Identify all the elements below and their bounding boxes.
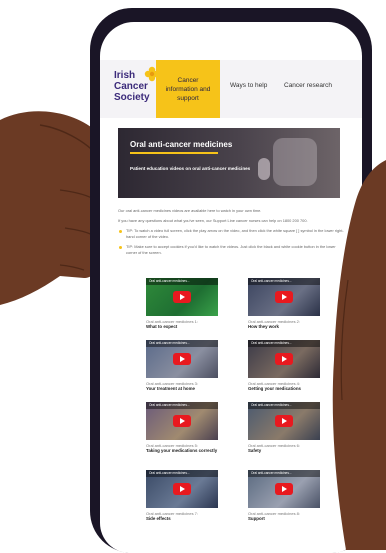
hero-title: Oral anti-cancer medicines bbox=[130, 140, 233, 149]
hero-underline bbox=[130, 152, 218, 154]
video-card[interactable]: Oral anti-cancer medicines... Oral anti-… bbox=[248, 340, 320, 392]
video-card[interactable]: Oral anti-cancer medicines... Oral anti-… bbox=[146, 470, 218, 522]
video-card[interactable]: Oral anti-cancer medicines... Oral anti-… bbox=[248, 470, 320, 522]
video-title[interactable]: What to expect bbox=[146, 324, 218, 330]
phone-screen: Irish Cancer Society Cancer information … bbox=[100, 22, 362, 553]
video-card[interactable]: Oral anti-cancer medicines... Oral anti-… bbox=[146, 278, 218, 330]
video-title[interactable]: Your treatment at home bbox=[146, 386, 218, 392]
logo-line-2: Cancer bbox=[114, 81, 148, 92]
video-thumbnail[interactable]: Oral anti-cancer medicines... bbox=[146, 340, 218, 378]
nav-cancer-research[interactable]: Cancer research bbox=[284, 82, 332, 89]
play-icon[interactable] bbox=[173, 483, 191, 495]
play-icon[interactable] bbox=[173, 291, 191, 303]
play-icon[interactable] bbox=[275, 483, 293, 495]
video-thumb-title: Oral anti-cancer medicines... bbox=[248, 470, 320, 477]
right-hand-illustration bbox=[332, 160, 386, 550]
intro-paragraph-2: If you have any questions about what you… bbox=[118, 218, 308, 223]
site-header: Irish Cancer Society Cancer information … bbox=[100, 60, 362, 118]
video-thumb-title: Oral anti-cancer medicines... bbox=[146, 278, 218, 285]
video-card[interactable]: Oral anti-cancer medicines... Oral anti-… bbox=[146, 402, 218, 454]
logo-line-3: Society bbox=[114, 92, 150, 103]
video-title[interactable]: Safety bbox=[248, 448, 320, 454]
intro-paragraph-1: Our oral anti-cancer medicines videos ar… bbox=[118, 208, 262, 213]
play-icon[interactable] bbox=[275, 291, 293, 303]
video-thumb-title: Oral anti-cancer medicines... bbox=[248, 340, 320, 347]
hero-subtitle: Patient education videos on oral anti-ca… bbox=[130, 166, 251, 171]
play-icon[interactable] bbox=[275, 353, 293, 365]
video-card[interactable]: Oral anti-cancer medicines... Oral anti-… bbox=[248, 278, 320, 330]
nav-active-line-2: information and bbox=[165, 85, 211, 93]
video-title[interactable]: Getting your medications bbox=[248, 386, 320, 392]
play-icon[interactable] bbox=[275, 415, 293, 427]
tip-cookies: TIP: Make sure to accept cookies if you'… bbox=[118, 244, 344, 256]
hero-capsule-image bbox=[258, 158, 270, 180]
video-title[interactable]: How they work bbox=[248, 324, 320, 330]
video-thumb-title: Oral anti-cancer medicines... bbox=[146, 470, 218, 477]
nav-cancer-information[interactable]: Cancer information and support bbox=[156, 60, 220, 118]
video-title[interactable]: Side effects bbox=[146, 516, 218, 522]
nav-ways-to-help[interactable]: Ways to help bbox=[230, 82, 267, 89]
tip-fullscreen: TIP: To watch a video full screen, click… bbox=[118, 228, 344, 240]
hero-banner: Oral anti-cancer medicines Patient educa… bbox=[118, 128, 340, 198]
nav-active-line-1: Cancer bbox=[177, 76, 199, 84]
video-title[interactable]: Support bbox=[248, 516, 320, 522]
video-thumb-title: Oral anti-cancer medicines... bbox=[146, 340, 218, 347]
video-title[interactable]: Taking your medications correctly bbox=[146, 448, 218, 454]
video-thumbnail[interactable]: Oral anti-cancer medicines... bbox=[248, 278, 320, 316]
video-thumbnail[interactable]: Oral anti-cancer medicines... bbox=[146, 470, 218, 508]
nav-active-line-3: support bbox=[177, 94, 199, 102]
intro-text: Our oral anti-cancer medicines videos ar… bbox=[118, 208, 344, 260]
video-thumbnail[interactable]: Oral anti-cancer medicines... bbox=[248, 340, 320, 378]
video-card[interactable]: Oral anti-cancer medicines... Oral anti-… bbox=[248, 402, 320, 454]
play-icon[interactable] bbox=[173, 415, 191, 427]
video-thumb-title: Oral anti-cancer medicines... bbox=[248, 278, 320, 285]
video-thumbnail[interactable]: Oral anti-cancer medicines... bbox=[248, 470, 320, 508]
play-icon[interactable] bbox=[173, 353, 191, 365]
video-card[interactable]: Oral anti-cancer medicines... Oral anti-… bbox=[146, 340, 218, 392]
video-thumb-title: Oral anti-cancer medicines... bbox=[146, 402, 218, 409]
video-thumbnail[interactable]: Oral anti-cancer medicines... bbox=[146, 402, 218, 440]
hero-pill-image bbox=[273, 138, 317, 186]
video-thumbnail[interactable]: Oral anti-cancer medicines... bbox=[248, 402, 320, 440]
video-thumb-title: Oral anti-cancer medicines... bbox=[248, 402, 320, 409]
video-thumbnail[interactable]: Oral anti-cancer medicines... bbox=[146, 278, 218, 316]
